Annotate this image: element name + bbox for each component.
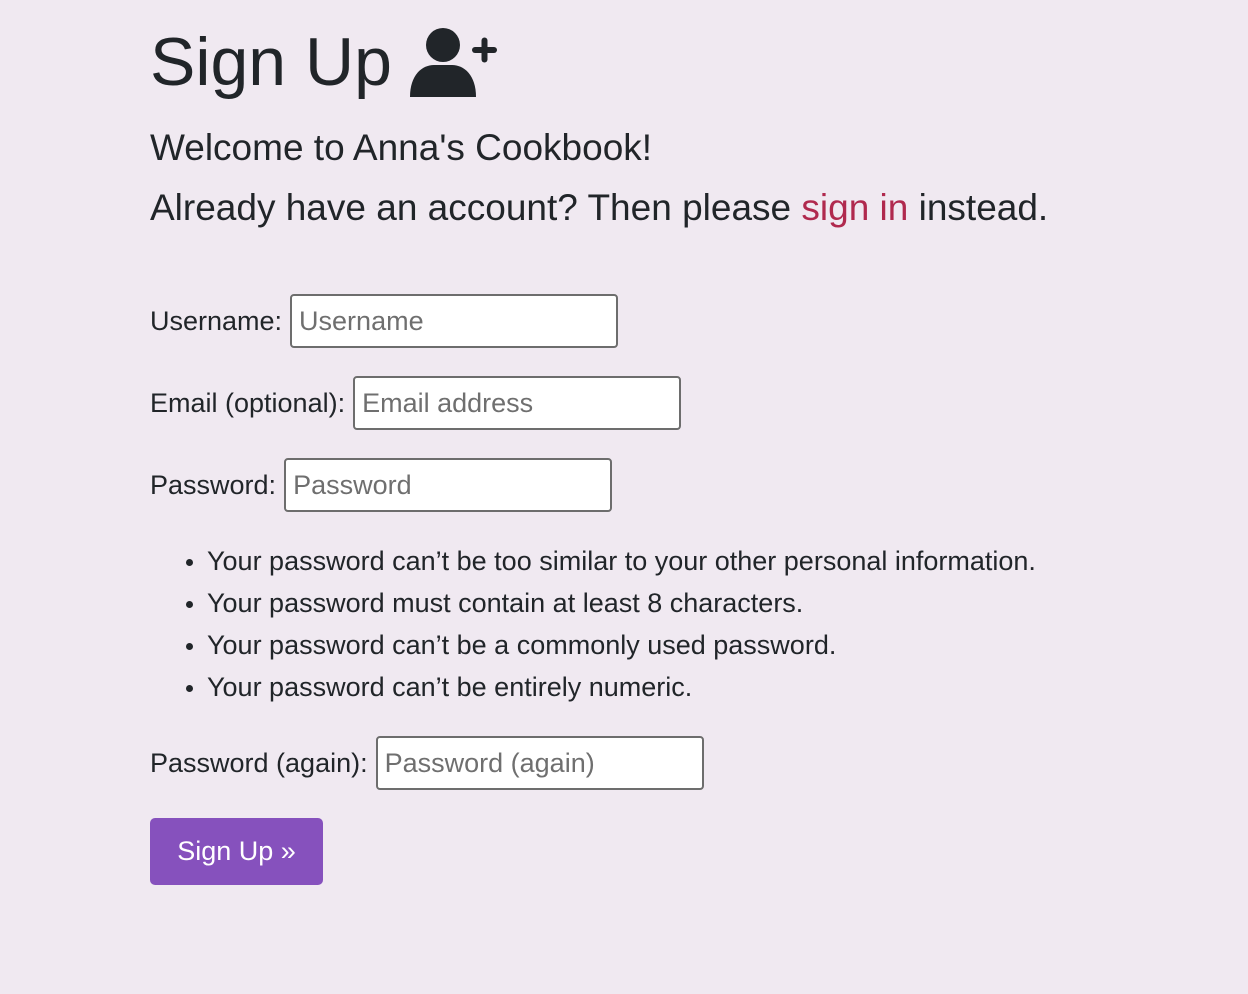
sign-in-link[interactable]: sign in bbox=[801, 187, 908, 228]
password-requirements-list: Your password can’t be too similar to yo… bbox=[150, 540, 1036, 708]
password-row: Password: bbox=[150, 458, 613, 512]
password-again-label: Password (again): bbox=[150, 748, 368, 778]
email-input[interactable] bbox=[353, 376, 682, 430]
password-label: Password: bbox=[150, 470, 277, 500]
password-requirement-item: Your password must contain at least 8 ch… bbox=[207, 582, 1036, 624]
password-input[interactable] bbox=[284, 458, 613, 512]
password-again-input[interactable] bbox=[375, 736, 704, 790]
page-title-text: Sign Up bbox=[150, 24, 392, 100]
username-row: Username: bbox=[150, 294, 619, 348]
username-label: Username: bbox=[150, 306, 283, 336]
account-prompt-suffix: instead. bbox=[908, 187, 1049, 228]
password-requirement-item: Your password can’t be entirely numeric. bbox=[207, 666, 1036, 708]
welcome-text: Welcome to Anna's Cookbook! bbox=[150, 127, 653, 168]
password-requirement-item: Your password can’t be a commonly used p… bbox=[207, 624, 1036, 666]
signup-page: Sign Up Welcome to Anna's Cookbook! Alre… bbox=[0, 0, 1248, 994]
password-requirement-item: Your password can’t be too similar to yo… bbox=[207, 540, 1036, 582]
account-prompt-prefix: Already have an account? Then please bbox=[150, 187, 802, 228]
sign-up-button[interactable]: Sign Up » bbox=[150, 818, 323, 885]
email-row: Email (optional): bbox=[150, 376, 682, 430]
password-again-row: Password (again): bbox=[150, 736, 704, 790]
user-plus-icon bbox=[409, 27, 498, 99]
username-input[interactable] bbox=[290, 294, 619, 348]
account-prompt: Already have an account? Then please sig… bbox=[150, 186, 1048, 230]
page-title: Sign Up bbox=[150, 22, 498, 102]
email-label: Email (optional): bbox=[150, 388, 346, 418]
